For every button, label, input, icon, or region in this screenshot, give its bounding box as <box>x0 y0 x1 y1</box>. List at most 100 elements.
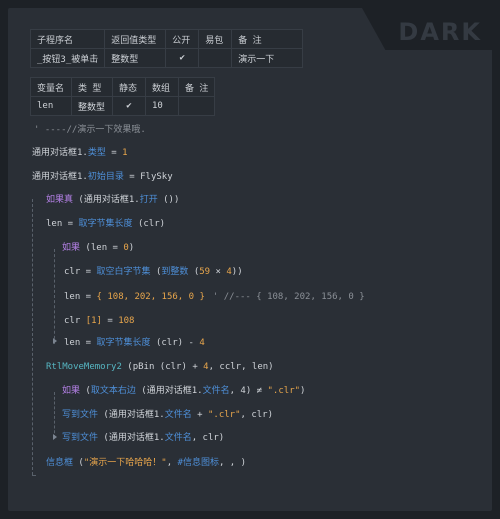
table-header-row: 变量名 类 型 静态 数组 备 注 <box>30 77 216 97</box>
code-variable: len <box>64 292 81 302</box>
header-note: 备 注 <box>231 29 304 49</box>
code-property: 类型 <box>87 148 106 158</box>
var-name-cell[interactable]: len <box>30 96 72 116</box>
code-text: , clr) <box>240 410 274 420</box>
code-line[interactable]: RtlMoveMemory2 (pBin (clr) + 4, cclr, le… <box>46 360 274 374</box>
code-value: FlySky <box>140 172 173 182</box>
note-cell[interactable]: 演示一下 <box>231 48 304 68</box>
code-text: ) <box>128 243 135 253</box>
code-line[interactable]: 通用对话框1.类型 = 1 <box>32 146 128 160</box>
return-type-cell[interactable]: 整数型 <box>104 48 167 68</box>
code-text: , <box>166 458 178 468</box>
block-guide-if3 <box>54 392 55 438</box>
code-operator: × <box>210 267 227 277</box>
code-line[interactable]: len = 取字节集长度 (clr) - 4 <box>64 336 205 350</box>
header-epkg: 易包 <box>198 29 233 49</box>
code-comment: ' //--- { 108, 202, 156, 0 } <box>212 292 365 302</box>
block-guide-outer <box>32 199 33 475</box>
code-variable: clr <box>64 316 86 326</box>
code-line[interactable]: clr = 取空白字节集 (到整数 (59 × 4)) <box>64 265 243 279</box>
code-text: , , ) <box>218 458 247 468</box>
var-note-cell[interactable] <box>177 96 216 116</box>
code-operator: - <box>188 338 200 348</box>
block-guide-outer-end <box>32 475 36 476</box>
flow-arrow-icon <box>53 434 57 440</box>
code-text: ()) <box>157 195 180 205</box>
code-line[interactable]: len = { 108, 202, 156, 0 } ' //--- { 108,… <box>64 290 365 304</box>
table-row[interactable]: len 整数型 ✔ 10 <box>30 96 216 116</box>
header-return-type: 返回值类型 <box>104 29 167 49</box>
code-string: ".clr" <box>267 386 301 396</box>
code-comment[interactable]: ' ----//演示一下效果哦. <box>34 123 146 137</box>
header-static: 静态 <box>112 77 146 97</box>
code-text: )) <box>231 267 243 277</box>
code-line[interactable]: 如果 (取文本右边 (通用对话框1.文件名, 4) ≠ ".clr") <box>62 384 305 398</box>
code-text: (len <box>80 243 113 253</box>
code-function: 取字节集长度 <box>78 219 133 229</box>
header-public: 公开 <box>165 29 200 49</box>
code-operator: = <box>112 243 124 253</box>
header-array: 数组 <box>145 77 179 97</box>
header-var-note: 备 注 <box>177 77 216 97</box>
variable-table: 变量名 类 型 静态 数组 备 注 len 整数型 ✔ 10 <box>30 77 216 116</box>
code-variable: clr <box>64 267 81 277</box>
sub-name-cell[interactable]: _按钮3_被单击 <box>29 48 106 68</box>
epkg-cell[interactable] <box>198 48 233 68</box>
code-line[interactable]: 如果真 (通用对话框1.打开 ()) <box>46 193 179 207</box>
code-text: (pBin (clr) <box>121 362 193 372</box>
code-line[interactable]: 信息框 ("演示一下哈哈哈！", #信息图标, , ) <box>46 456 246 470</box>
table-row[interactable]: _按钮3_被单击 整数型 ✔ 演示一下 <box>29 48 304 68</box>
block-guide-if2 <box>54 249 55 344</box>
code-operator: = <box>101 316 119 326</box>
code-keyword: 如果 <box>62 243 81 253</box>
code-property: 文件名 <box>164 410 192 420</box>
code-operator: = <box>80 338 97 348</box>
code-text: , cclr, len) <box>208 362 274 372</box>
code-string: ".clr" <box>207 410 241 420</box>
code-keyword: 如果 <box>62 386 81 396</box>
table-header-row: 子程序名 返回值类型 公开 易包 备 注 <box>29 29 304 49</box>
code-line[interactable]: clr [1] = 108 <box>64 314 134 328</box>
code-operator: = <box>80 267 97 277</box>
code-line[interactable]: len = 取字节集长度 (clr) <box>46 217 165 231</box>
code-function: 信息框 <box>46 458 74 468</box>
code-operator: = <box>105 148 123 158</box>
static-check-icon[interactable]: ✔ <box>112 96 146 116</box>
code-operator: + <box>191 410 208 420</box>
code-line[interactable]: 通用对话框1.初始目录 = FlySky <box>32 170 173 184</box>
code-text: ( <box>73 458 84 468</box>
var-type-cell[interactable]: 整数型 <box>71 96 113 116</box>
code-constant: #信息图标 <box>177 458 219 468</box>
code-text: (通用对话框1. <box>98 433 165 443</box>
code-operator: = <box>62 219 79 229</box>
code-variable: len <box>64 338 81 348</box>
flow-arrow-icon <box>53 338 57 344</box>
code-property: 文件名 <box>202 386 230 396</box>
code-index: [1] <box>85 316 102 326</box>
code-text: (通用对话框1. <box>73 195 140 205</box>
code-object: 通用对话框1. <box>32 172 88 182</box>
code-number: 4 <box>199 338 205 348</box>
code-keyword: 如果真 <box>46 195 74 205</box>
code-text: , 4) ≠ <box>229 386 268 396</box>
code-line[interactable]: 写到文件 (通用对话框1.文件名 + ".clr", clr) <box>62 408 273 422</box>
header-type: 类 型 <box>71 77 113 97</box>
code-text: ) <box>300 386 306 396</box>
code-text: ( <box>150 267 162 277</box>
public-check-icon[interactable]: ✔ <box>165 48 200 68</box>
code-text: ( <box>80 386 91 396</box>
code-variable: len <box>46 219 63 229</box>
code-function: 取字节集长度 <box>96 338 151 348</box>
code-number: 59 <box>199 267 211 277</box>
code-line[interactable]: 写到文件 (通用对话框1.文件名, clr) <box>62 431 224 445</box>
code-function: RtlMoveMemory2 <box>46 362 122 372</box>
code-function: 打开 <box>139 195 158 205</box>
array-cell[interactable]: 10 <box>145 96 179 116</box>
code-text: , clr) <box>191 433 225 443</box>
code-text: (通用对话框1. <box>98 410 165 420</box>
code-text: ( <box>188 267 200 277</box>
code-line[interactable]: 如果 (len = 0) <box>62 241 134 255</box>
code-function: 写到文件 <box>62 410 99 420</box>
code-function: 取文本右边 <box>90 386 136 396</box>
code-number: 108 <box>118 316 135 326</box>
